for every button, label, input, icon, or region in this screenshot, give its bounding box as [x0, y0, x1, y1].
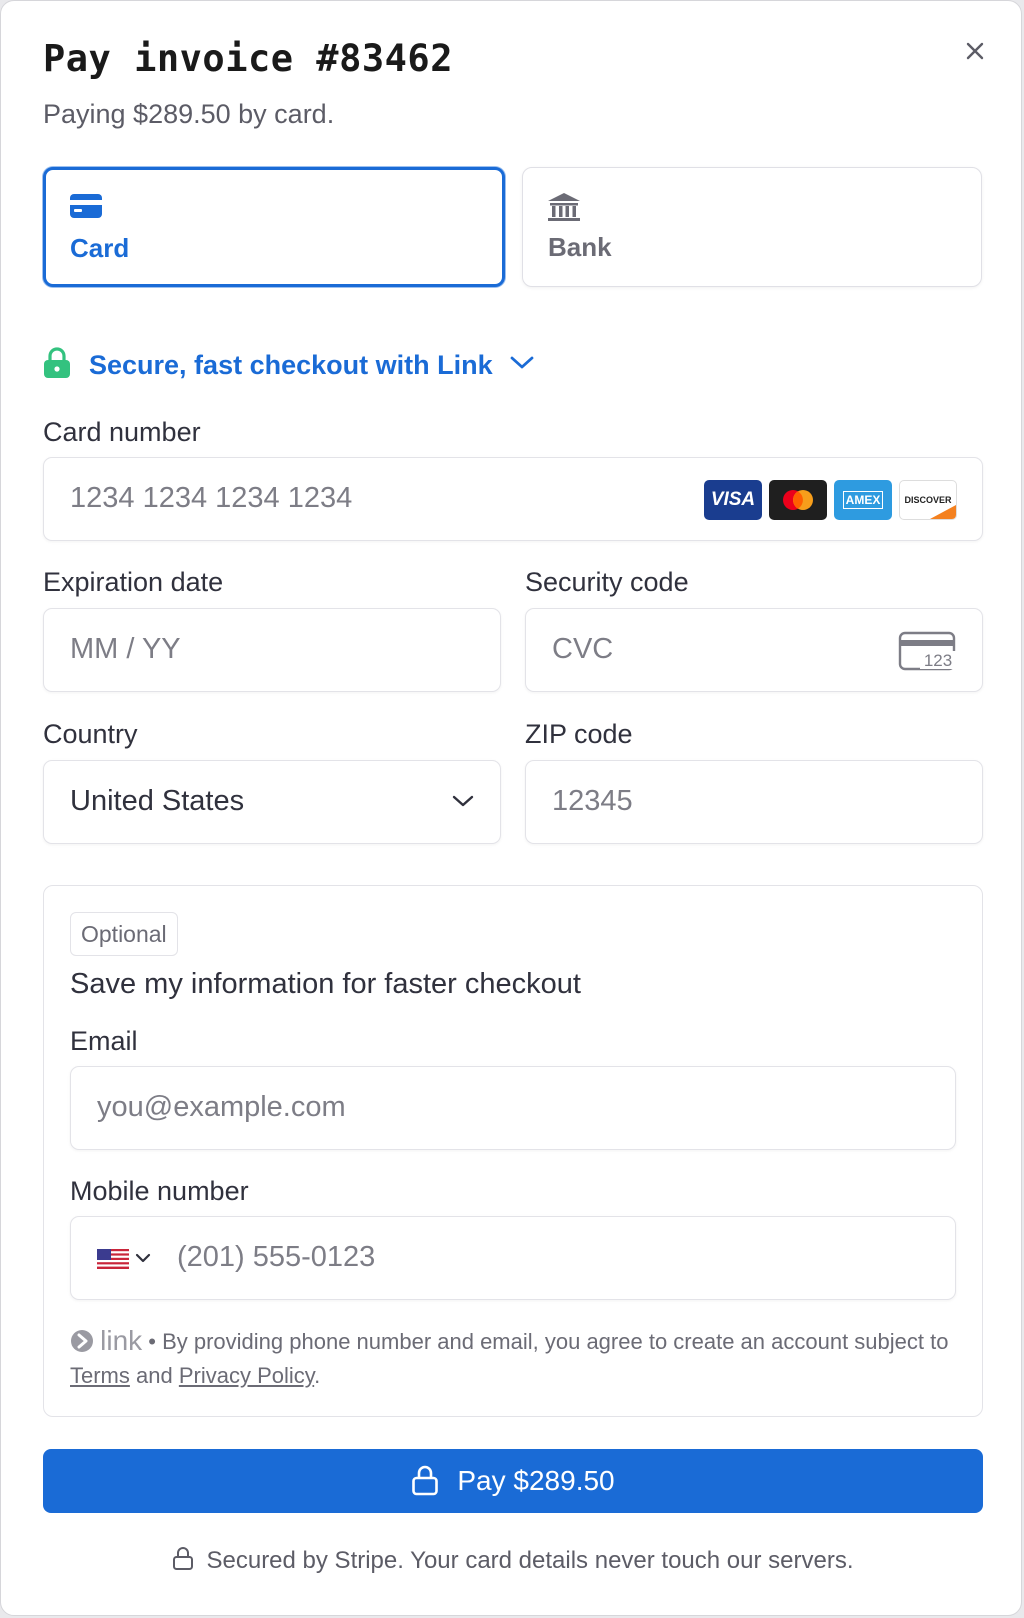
- mastercard-icon: [769, 480, 827, 520]
- mobile-input[interactable]: (201) 555-0123: [70, 1216, 956, 1300]
- discover-icon: DISCOVER: [899, 480, 957, 520]
- visa-icon: VISA: [704, 480, 762, 520]
- bank-icon: [547, 192, 581, 227]
- country-code-picker[interactable]: [97, 1247, 157, 1276]
- cvc-placeholder: CVC: [552, 633, 614, 665]
- tab-bank-label: Bank: [548, 232, 612, 262]
- modal-title: Pay invoice #83462: [43, 37, 453, 80]
- tab-bank[interactable]: Bank: [522, 167, 982, 287]
- mobile-placeholder: (201) 555-0123: [177, 1241, 376, 1273]
- us-flag-icon: [97, 1249, 151, 1269]
- legal-body: • By providing phone number and email, y…: [148, 1329, 949, 1354]
- terms-link[interactable]: Terms: [70, 1363, 130, 1388]
- zip-placeholder: 12345: [552, 785, 633, 817]
- email-placeholder: you@example.com: [97, 1091, 346, 1123]
- close-button[interactable]: [959, 35, 991, 67]
- expiration-placeholder: MM / YY: [70, 633, 181, 665]
- optional-badge: Optional: [70, 912, 178, 956]
- card-number-label: Card number: [43, 417, 201, 447]
- zip-input[interactable]: 12345: [525, 760, 983, 844]
- cvc-card-icon: 123: [898, 631, 958, 676]
- legal-period: .: [314, 1363, 321, 1388]
- legal-text: link • By providing phone number and ema…: [70, 1324, 950, 1393]
- lock-icon: [43, 346, 71, 384]
- card-number-placeholder: 1234 1234 1234 1234: [70, 482, 353, 514]
- link-logo-text: link: [100, 1325, 143, 1356]
- save-info-title: Save my information for faster checkout: [70, 968, 581, 1000]
- pay-button[interactable]: Pay $289.50: [43, 1449, 983, 1513]
- credit-card-icon: [70, 194, 102, 223]
- close-icon: [966, 42, 984, 60]
- tab-card-label: Card: [70, 233, 130, 263]
- mobile-label: Mobile number: [70, 1176, 249, 1206]
- legal-and: and: [136, 1363, 173, 1388]
- expiration-label: Expiration date: [43, 567, 224, 597]
- expiration-input[interactable]: MM / YY: [43, 608, 501, 692]
- footer-text: Secured by Stripe. Your card details nev…: [206, 1547, 854, 1574]
- chevron-down-icon: [509, 355, 535, 376]
- link-logo-icon: [70, 1329, 100, 1354]
- security-code-label: Security code: [525, 567, 689, 597]
- link-checkout-toggle[interactable]: Secure, fast checkout with Link: [43, 345, 535, 385]
- svg-text:123: 123: [924, 651, 952, 670]
- country-value: United States: [70, 785, 245, 817]
- country-select[interactable]: United States: [43, 760, 501, 844]
- chevron-down-icon: [451, 794, 475, 815]
- country-label: Country: [43, 719, 138, 749]
- payment-modal: Pay invoice #83462 Paying $289.50 by car…: [0, 0, 1022, 1616]
- security-footer: Secured by Stripe. Your card details nev…: [1, 1541, 1024, 1581]
- link-checkout-label: Secure, fast checkout with Link: [89, 349, 493, 380]
- modal-subtitle: Paying $289.50 by card.: [43, 99, 335, 129]
- lock-icon: [411, 1464, 439, 1499]
- email-label: Email: [70, 1026, 138, 1056]
- lock-icon: [172, 1546, 194, 1577]
- security-code-input[interactable]: CVC 123: [525, 608, 983, 692]
- card-number-input[interactable]: 1234 1234 1234 1234 VISA AMEX DISCOVER: [43, 457, 983, 541]
- zip-label: ZIP code: [525, 719, 633, 749]
- pay-button-label: Pay $289.50: [457, 1465, 615, 1496]
- tab-card[interactable]: Card: [43, 167, 505, 287]
- amex-icon: AMEX: [834, 480, 892, 520]
- email-input[interactable]: you@example.com: [70, 1066, 956, 1150]
- save-info-panel: Optional Save my information for faster …: [43, 885, 983, 1417]
- privacy-policy-link[interactable]: Privacy Policy: [179, 1363, 314, 1388]
